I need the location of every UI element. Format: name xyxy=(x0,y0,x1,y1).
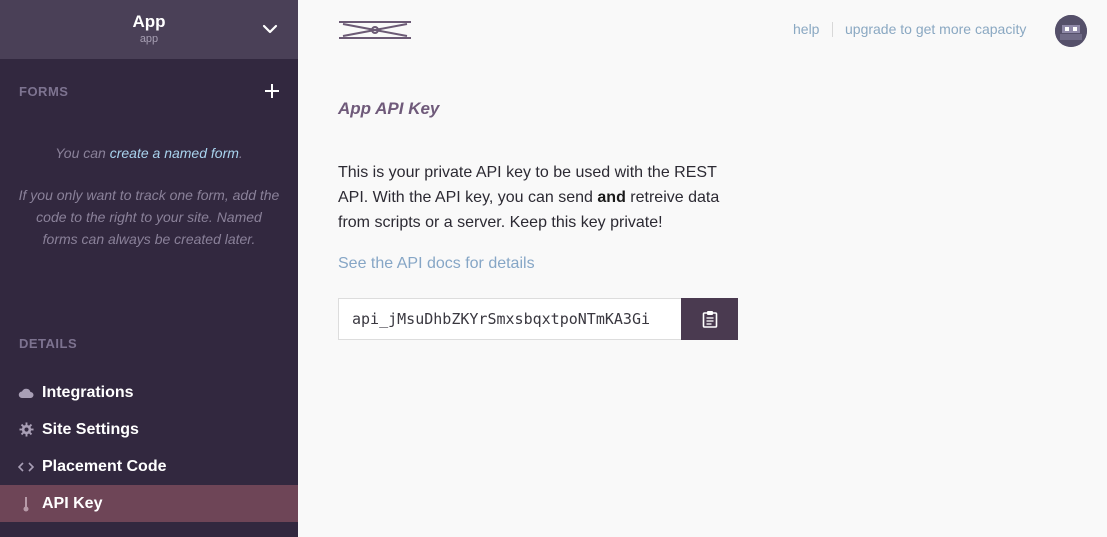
sidebar-item-site-settings[interactable]: Site Settings xyxy=(0,411,298,448)
empty-prefix: You can xyxy=(55,145,110,161)
app-name: App xyxy=(132,12,166,31)
empty-forms-message: You can create a named form. xyxy=(18,142,280,164)
sidebar-item-label: API Key xyxy=(42,494,103,512)
desc-bold: and xyxy=(597,189,626,206)
plus-icon xyxy=(265,84,279,98)
empty-forms-note: If you only want to track one form, add … xyxy=(18,187,280,247)
forms-section-label: FORMS xyxy=(19,84,69,99)
avatar[interactable] xyxy=(1055,15,1087,47)
chevron-down-icon[interactable] xyxy=(262,22,278,36)
cloud-icon xyxy=(18,385,34,401)
copy-api-key-button[interactable] xyxy=(681,298,738,340)
sidebar-item-label: Placement Code xyxy=(42,457,167,475)
page-title: App API Key xyxy=(338,99,440,118)
code-icon xyxy=(18,459,34,475)
upgrade-link[interactable]: upgrade to get more capacity xyxy=(845,21,1026,37)
create-named-form-link[interactable]: create a named form xyxy=(110,145,239,161)
sidebar-item-label: Site Settings xyxy=(42,420,139,438)
key-icon xyxy=(18,496,34,512)
app-subtitle: app xyxy=(139,33,159,45)
sidebar: App app FORMS You can create a named for… xyxy=(0,0,298,537)
empty-suffix: . xyxy=(238,145,243,161)
sidebar-item-integrations[interactable]: Integrations xyxy=(0,374,298,411)
clipboard-icon xyxy=(702,311,717,328)
divider xyxy=(832,22,833,37)
gear-icon xyxy=(18,422,34,438)
sidebar-item-label: Integrations xyxy=(42,383,134,401)
api-key-description: This is your private API key to be used … xyxy=(338,160,738,235)
help-link[interactable]: help xyxy=(793,21,819,37)
add-form-button[interactable] xyxy=(263,82,281,100)
api-key-field[interactable]: api_jMsuDhbZKYrSmxsbqxtpoNTmKA3Gi xyxy=(338,298,682,340)
details-section-label: DETAILS xyxy=(19,336,78,351)
api-docs-link[interactable]: See the API docs for details xyxy=(338,255,535,273)
app-switcher[interactable]: App app xyxy=(0,0,298,59)
logo[interactable] xyxy=(337,19,415,41)
sidebar-item-placement-code[interactable]: Placement Code xyxy=(0,448,298,485)
sidebar-item-api-key[interactable]: API Key xyxy=(0,485,298,522)
